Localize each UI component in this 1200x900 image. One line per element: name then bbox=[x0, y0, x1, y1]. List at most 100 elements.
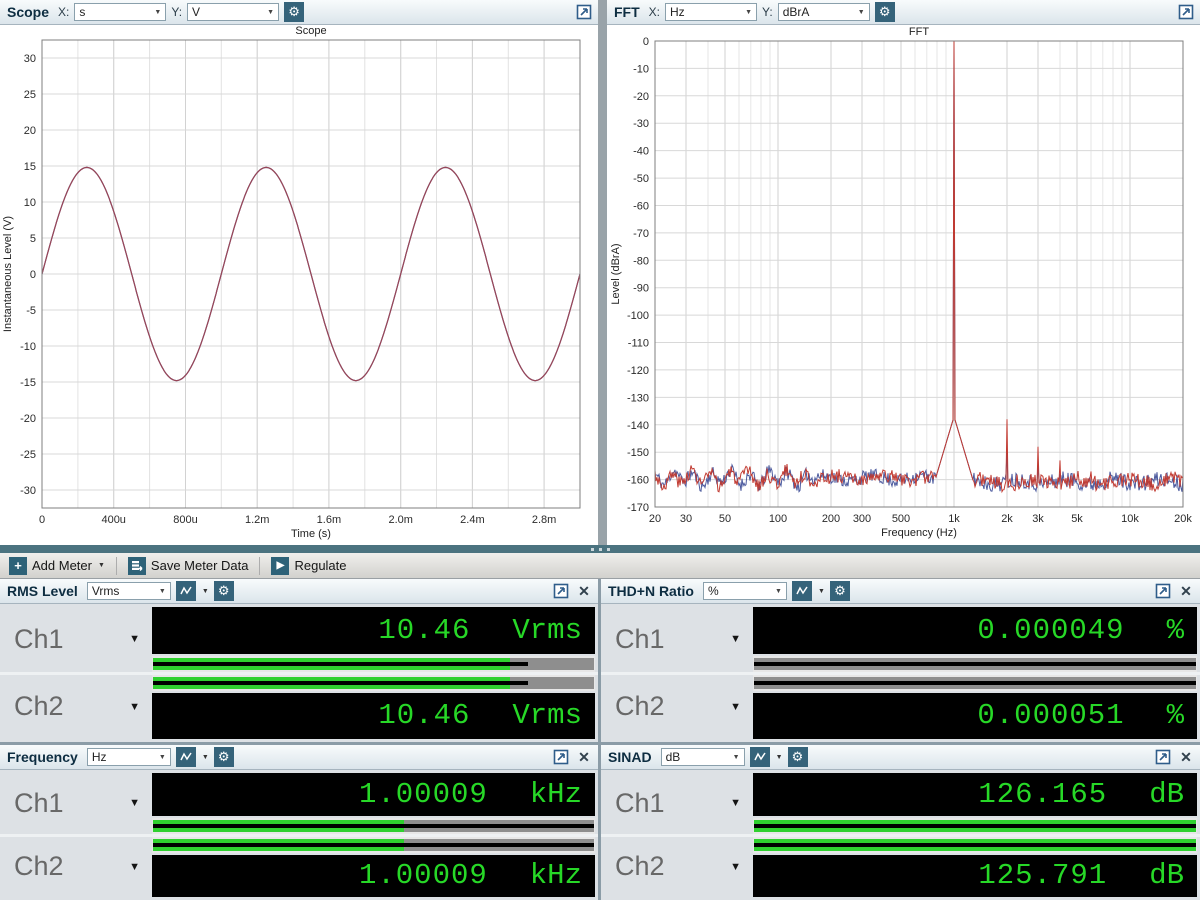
rms-level-settings-button[interactable]: ⚙ bbox=[214, 581, 234, 601]
frequency-ch1-selector[interactable]: Ch1 ▼ bbox=[0, 773, 152, 834]
rms-level-close-button[interactable]: ✕ bbox=[575, 582, 593, 600]
channel-label: Ch1 bbox=[615, 788, 665, 819]
svg-text:1.6m: 1.6m bbox=[317, 514, 341, 526]
frequency-ch1-bargraph bbox=[152, 818, 595, 834]
rms-level-unit-dropdown[interactable]: Vrms ▼ bbox=[87, 582, 171, 600]
svg-text:-30: -30 bbox=[633, 118, 649, 130]
gear-icon: ⚙ bbox=[218, 750, 230, 765]
thdn-close-button[interactable]: ✕ bbox=[1177, 582, 1195, 600]
thdn-ch1-selector[interactable]: Ch1 ▼ bbox=[601, 607, 753, 672]
horizontal-splitter[interactable] bbox=[0, 545, 1200, 553]
fft-panel-title: FFT bbox=[614, 4, 640, 20]
svg-text:2.0m: 2.0m bbox=[388, 514, 412, 526]
sinad-ch1-selector[interactable]: Ch1 ▼ bbox=[601, 773, 753, 834]
meter-value: 126.165 bbox=[978, 778, 1107, 811]
thdn-unit-dropdown[interactable]: % ▼ bbox=[703, 582, 787, 600]
chevron-down-icon: ▼ bbox=[129, 797, 140, 809]
chevron-down-icon: ▼ bbox=[159, 588, 166, 595]
thdn-popout-button[interactable] bbox=[1154, 582, 1172, 600]
frequency-popout-button[interactable] bbox=[552, 748, 570, 766]
popout-icon bbox=[1155, 583, 1171, 599]
frequency-close-button[interactable]: ✕ bbox=[575, 748, 593, 766]
svg-text:-110: -110 bbox=[628, 338, 649, 350]
thdn-settings-button[interactable]: ⚙ bbox=[830, 581, 850, 601]
meter-value: 125.791 bbox=[978, 859, 1107, 892]
sinad-body: Ch1 ▼ 126.165 dB Ch2 ▼ bbox=[601, 770, 1200, 900]
fft-x-unit-dropdown[interactable]: Hz ▼ bbox=[665, 3, 757, 21]
svg-text:Level (dBrA): Level (dBrA) bbox=[610, 243, 622, 304]
rms-ch2-selector[interactable]: Ch2 ▼ bbox=[0, 675, 152, 740]
chevron-down-icon[interactable]: ▼ bbox=[818, 588, 825, 595]
frequency-settings-button[interactable]: ⚙ bbox=[214, 747, 234, 767]
sinad-popout-button[interactable] bbox=[1154, 748, 1172, 766]
sinad-settings-button[interactable]: ⚙ bbox=[788, 747, 808, 767]
svg-text:-80: -80 bbox=[633, 255, 649, 267]
popout-icon bbox=[553, 749, 569, 765]
scope-chart[interactable]: -30-25-20-15-10-50510152025300400u800u1.… bbox=[0, 25, 598, 545]
sinad-close-button[interactable]: ✕ bbox=[1177, 748, 1195, 766]
meter-display-style-button[interactable] bbox=[176, 581, 196, 601]
rms-level-title: RMS Level bbox=[7, 583, 78, 599]
svg-text:0: 0 bbox=[643, 36, 649, 48]
add-meter-button[interactable]: + Add Meter ▼ bbox=[3, 555, 111, 577]
svg-text:-5: -5 bbox=[26, 305, 36, 317]
fft-y-unit-dropdown[interactable]: dBrA ▼ bbox=[778, 3, 870, 21]
svg-text:500: 500 bbox=[892, 513, 910, 525]
svg-text:5k: 5k bbox=[1071, 513, 1083, 525]
close-icon: ✕ bbox=[578, 583, 590, 600]
plot-area: Scope X: s ▼ Y: V ▼ ⚙ -30-25-20-15-10-50… bbox=[0, 0, 1200, 545]
meter-display-style-button[interactable] bbox=[176, 747, 196, 767]
channel-label: Ch2 bbox=[615, 691, 665, 722]
meter-value: 1.00009 bbox=[359, 778, 488, 811]
meter-unit: % bbox=[1167, 614, 1184, 647]
svg-text:-30: -30 bbox=[20, 485, 36, 497]
fft-popout-button[interactable] bbox=[1177, 3, 1195, 21]
thdn-ch2-display: 0.000051 % bbox=[753, 693, 1197, 740]
svg-text:20k: 20k bbox=[1174, 513, 1192, 525]
svg-text:3k: 3k bbox=[1032, 513, 1044, 525]
scope-x-unit-dropdown[interactable]: s ▼ bbox=[74, 3, 166, 21]
frequency-ch2-selector[interactable]: Ch2 ▼ bbox=[0, 837, 152, 898]
channel-row: Ch1 ▼ 10.46 Vrms bbox=[0, 607, 598, 672]
svg-text:25: 25 bbox=[24, 89, 36, 101]
fft-settings-button[interactable]: ⚙ bbox=[875, 2, 895, 22]
sinad-unit-dropdown[interactable]: dB ▼ bbox=[661, 748, 745, 766]
chevron-down-icon[interactable]: ▼ bbox=[202, 754, 209, 761]
svg-text:-25: -25 bbox=[20, 449, 36, 461]
gear-icon: ⚙ bbox=[879, 5, 891, 20]
rms-unit-value: Vrms bbox=[92, 584, 120, 598]
regulate-button[interactable]: ▶ Regulate bbox=[265, 555, 352, 577]
fft-chart[interactable]: -170-160-150-140-130-120-110-100-90-80-7… bbox=[607, 25, 1200, 545]
vertical-splitter[interactable] bbox=[598, 0, 607, 545]
rms-ch2-display: 10.46 Vrms bbox=[152, 693, 595, 740]
chevron-down-icon: ▼ bbox=[98, 562, 105, 569]
fft-panel-header: FFT X: Hz ▼ Y: dBrA ▼ ⚙ bbox=[607, 0, 1200, 25]
sinad-unit-value: dB bbox=[666, 750, 681, 764]
meter-display-style-button[interactable] bbox=[792, 581, 812, 601]
svg-text:-130: -130 bbox=[627, 392, 649, 404]
rms-level-popout-button[interactable] bbox=[552, 582, 570, 600]
scope-popout-button[interactable] bbox=[575, 3, 593, 21]
close-icon: ✕ bbox=[1180, 749, 1192, 766]
chevron-down-icon: ▼ bbox=[745, 9, 752, 16]
sinad-ch2-display: 125.791 dB bbox=[753, 855, 1197, 898]
scope-y-unit-dropdown[interactable]: V ▼ bbox=[187, 3, 279, 21]
meter-unit: kHz bbox=[530, 778, 582, 811]
svg-text:5: 5 bbox=[30, 233, 36, 245]
meter-unit: % bbox=[1167, 699, 1184, 732]
svg-text:-10: -10 bbox=[633, 63, 649, 75]
meter-value: 10.46 bbox=[378, 699, 470, 732]
channel-row: Ch1 ▼ 1.00009 kHz bbox=[0, 773, 598, 834]
thdn-ch2-selector[interactable]: Ch2 ▼ bbox=[601, 675, 753, 740]
rms-ch1-selector[interactable]: Ch1 ▼ bbox=[0, 607, 152, 672]
chevron-down-icon: ▼ bbox=[733, 754, 740, 761]
meter-display-style-button[interactable] bbox=[750, 747, 770, 767]
sinad-ch2-selector[interactable]: Ch2 ▼ bbox=[601, 837, 753, 898]
scope-settings-button[interactable]: ⚙ bbox=[284, 2, 304, 22]
save-meter-data-button[interactable]: Save Meter Data bbox=[122, 555, 255, 577]
chevron-down-icon[interactable]: ▼ bbox=[776, 754, 783, 761]
sinad-ch1-display: 126.165 dB bbox=[753, 773, 1197, 816]
chevron-down-icon: ▼ bbox=[267, 9, 274, 16]
frequency-unit-dropdown[interactable]: Hz ▼ bbox=[87, 748, 171, 766]
chevron-down-icon[interactable]: ▼ bbox=[202, 588, 209, 595]
